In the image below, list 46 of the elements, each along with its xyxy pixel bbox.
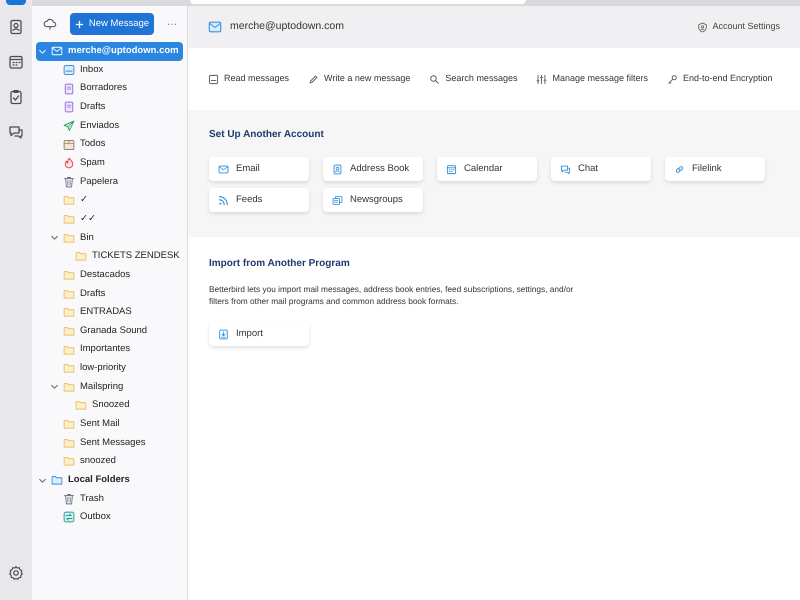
account-title: merche@uptodown.com: [230, 19, 344, 34]
folder-item[interactable]: snoozed: [32, 452, 187, 471]
section-heading: Set Up Another Account: [209, 128, 325, 142]
folder-item[interactable]: Sent Messages: [32, 433, 187, 452]
folder-item[interactable]: low-priority: [32, 358, 187, 378]
folder-item[interactable]: Snoozed: [32, 396, 187, 415]
folder-item[interactable]: Bin: [32, 228, 187, 248]
folder-item[interactable]: Importantes: [32, 340, 187, 359]
description-text: Betterbird lets you import mail messages, address book entries, feed subscriptions, settings, and/or filters from other mail programs and common address book formats.: [209, 283, 574, 307]
account-row[interactable]: Local Folders: [36, 470, 183, 490]
action-link[interactable]: End-to-end Encryption: [667, 72, 773, 86]
account-row[interactable]: merche@uptodown.com: [36, 42, 183, 61]
folder-item[interactable]: ✓: [32, 191, 187, 210]
folder-item[interactable]: Spam: [32, 154, 187, 172]
setup-button[interactable]: Chat: [551, 157, 651, 181]
folder-item[interactable]: Drafts: [32, 98, 187, 117]
folder-item[interactable]: Outbox: [32, 508, 187, 527]
folder-item[interactable]: Granada Sound: [32, 322, 187, 340]
setup-button[interactable]: Calendar: [437, 157, 537, 181]
folder-item[interactable]: ENTRADAS: [32, 302, 187, 322]
new-message-button[interactable]: New Message: [70, 13, 154, 35]
action-link[interactable]: Manage message filters: [536, 72, 648, 86]
folder-item[interactable]: Sent Mail: [32, 414, 187, 434]
folder-item[interactable]: Borradores: [32, 79, 187, 98]
folder-item[interactable]: Mailspring: [32, 378, 187, 396]
more-button[interactable]: ···: [167, 16, 177, 32]
folder-item[interactable]: TICKETS ZENDESK: [32, 247, 187, 266]
folder-item[interactable]: Inbox: [32, 60, 187, 80]
setup-button[interactable]: Filelink: [665, 157, 765, 181]
setup-button[interactable]: Address Book: [323, 157, 423, 181]
folder-item[interactable]: Trash: [32, 489, 187, 508]
folder-item[interactable]: ✓✓: [32, 210, 187, 228]
folder-item[interactable]: Papelera: [32, 172, 187, 192]
action-link[interactable]: Write a new message: [308, 72, 410, 86]
section-heading: Import from Another Program: [209, 257, 351, 271]
import-button[interactable]: Import: [209, 322, 309, 346]
setup-button[interactable]: Newsgroups: [323, 188, 423, 212]
action-link[interactable]: Search messages: [429, 72, 518, 86]
folder-item[interactable]: Drafts: [32, 284, 187, 303]
folder-item[interactable]: Enviados: [32, 116, 187, 136]
account-settings-button[interactable]: Account Settings: [697, 20, 780, 34]
setup-button[interactable]: Feeds: [209, 188, 309, 212]
setup-button[interactable]: Email: [209, 157, 309, 181]
action-link[interactable]: Read messages: [208, 72, 290, 86]
folder-item[interactable]: Destacados: [32, 266, 187, 284]
folder-item[interactable]: Todos: [32, 135, 187, 154]
